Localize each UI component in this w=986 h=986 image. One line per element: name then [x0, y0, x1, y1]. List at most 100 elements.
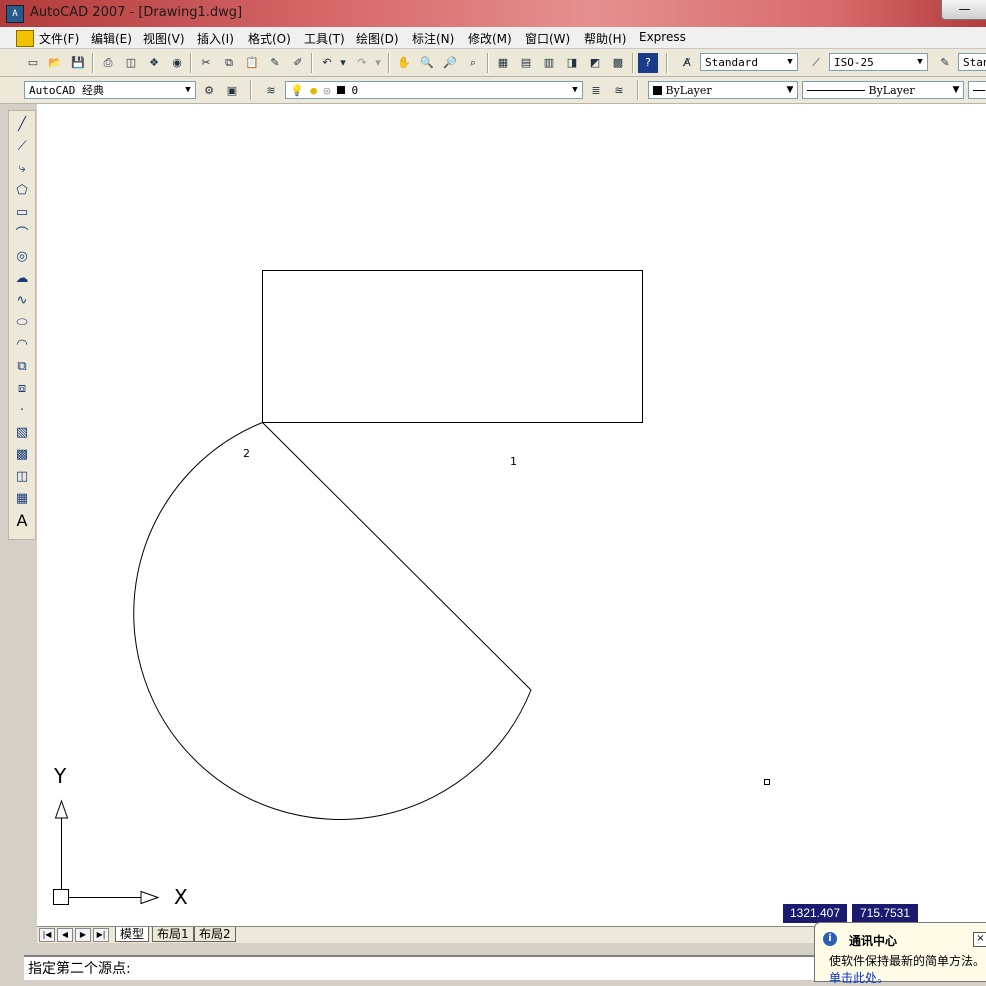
layer-previous-icon[interactable]: ≊: [609, 81, 629, 101]
publish-icon[interactable]: ❖: [144, 53, 164, 73]
close-icon[interactable]: ×: [973, 932, 986, 947]
menu-dimension[interactable]: 标注(N): [412, 30, 454, 47]
command-prompt: 指定第二个源点:: [28, 961, 131, 977]
undo-icon[interactable]: ↶: [317, 53, 337, 73]
toolbar-separator: [92, 53, 94, 73]
zoom-previous-icon[interactable]: ⌕: [463, 53, 483, 73]
rectangle-shape[interactable]: [262, 270, 643, 423]
workspace-value: AutoCAD 经典: [29, 84, 104, 97]
text-style-select[interactable]: Standard ▼: [700, 53, 798, 71]
minimize-button[interactable]: —: [941, 0, 986, 20]
polygon-icon[interactable]: ⬠: [12, 181, 32, 201]
ucs-origin-box: [53, 889, 69, 905]
help-icon[interactable]: ?: [638, 53, 658, 73]
tool-palettes-icon[interactable]: ▥: [539, 53, 559, 73]
table-style-icon[interactable]: ✎: [935, 53, 955, 73]
dim-style-icon[interactable]: ⟋: [806, 53, 826, 73]
tab-layout1[interactable]: 布局1: [152, 927, 194, 942]
publish-web-icon[interactable]: ◉: [167, 53, 187, 73]
toolbar-separator: [637, 80, 639, 100]
undo-dropdown-icon[interactable]: ▾: [337, 53, 349, 73]
menu-help[interactable]: 帮助(H): [584, 30, 626, 47]
construction-line-icon[interactable]: ⟋: [12, 137, 32, 157]
text-style-value: Standard: [705, 56, 758, 69]
arc-icon[interactable]: ⌒: [12, 225, 32, 245]
multiline-text-icon[interactable]: A: [12, 511, 32, 531]
make-block-icon[interactable]: ⧈: [12, 379, 32, 399]
hatch-icon[interactable]: ▧: [12, 423, 32, 443]
match-properties-icon[interactable]: ✎: [265, 53, 285, 73]
prev-tab-icon[interactable]: ◀: [57, 928, 73, 942]
spline-icon[interactable]: ∿: [12, 291, 32, 311]
calculator-icon[interactable]: ▩: [608, 53, 628, 73]
insert-block-icon[interactable]: ⧉: [12, 357, 32, 377]
drawing-canvas[interactable]: 2 1 Y X 1321.407 715.7531: [37, 104, 986, 926]
layer-select[interactable]: 💡 ● ◎ 0 ▼: [285, 81, 583, 99]
sheet-set-icon[interactable]: ◨: [562, 53, 582, 73]
print-icon[interactable]: ⎙: [98, 53, 118, 73]
my-workspace-icon[interactable]: ▣: [222, 81, 242, 101]
color-select[interactable]: ByLayer ▼: [648, 81, 798, 99]
linetype-select[interactable]: ByLayer ▼: [802, 81, 964, 99]
line-icon[interactable]: ╱: [12, 115, 32, 135]
ellipse-icon[interactable]: ⬭: [12, 313, 32, 333]
table-style-select[interactable]: Stan: [958, 53, 986, 71]
workspace-select[interactable]: AutoCAD 经典 ▼: [24, 81, 196, 99]
first-tab-icon[interactable]: |◀: [39, 928, 55, 942]
region-icon[interactable]: ◫: [12, 467, 32, 487]
menu-window[interactable]: 窗口(W): [525, 30, 570, 47]
circle-icon[interactable]: ◎: [12, 247, 32, 267]
document-icon[interactable]: [16, 30, 34, 47]
copy-icon[interactable]: ⧉: [219, 53, 239, 73]
ellipse-arc-icon[interactable]: ◠: [12, 335, 32, 355]
last-tab-icon[interactable]: ▶|: [93, 928, 109, 942]
menu-draw[interactable]: 绘图(D): [356, 30, 399, 47]
new-file-icon[interactable]: ▭: [23, 53, 43, 73]
cut-icon[interactable]: ✂: [196, 53, 216, 73]
toolbar-separator: [666, 53, 668, 73]
redo-dropdown-icon[interactable]: ▾: [372, 53, 384, 73]
menu-express[interactable]: Express: [639, 30, 686, 44]
design-center-icon[interactable]: ▤: [516, 53, 536, 73]
polyline-icon[interactable]: ⤷: [12, 159, 32, 179]
pan-icon[interactable]: ✋: [394, 53, 414, 73]
menu-view[interactable]: 视图(V): [143, 30, 185, 47]
redo-icon[interactable]: ↷: [352, 53, 372, 73]
menu-edit[interactable]: 编辑(E): [91, 30, 132, 47]
revision-cloud-icon[interactable]: ☁: [12, 269, 32, 289]
menu-tools[interactable]: 工具(T): [304, 30, 345, 47]
menu-format[interactable]: 格式(O): [248, 30, 291, 47]
dynamic-input-y[interactable]: 715.7531: [852, 904, 918, 923]
sector-shape[interactable]: [133, 422, 532, 820]
lineweight-select[interactable]: [968, 81, 986, 99]
save-icon[interactable]: 💾: [68, 53, 88, 73]
properties-icon[interactable]: ▦: [493, 53, 513, 73]
markup-icon[interactable]: ◩: [585, 53, 605, 73]
layer-manager-icon[interactable]: ≋: [261, 81, 281, 101]
zoom-window-icon[interactable]: 🔎: [440, 53, 460, 73]
zoom-realtime-icon[interactable]: 🔍: [417, 53, 437, 73]
block-editor-icon[interactable]: ✐: [288, 53, 308, 73]
rectangle-icon[interactable]: ▭: [12, 203, 32, 223]
workspace-settings-icon[interactable]: ⚙: [199, 81, 219, 101]
menu-insert[interactable]: 插入(I): [197, 30, 234, 47]
next-tab-icon[interactable]: ▶: [75, 928, 91, 942]
open-file-icon[interactable]: 📂: [45, 53, 65, 73]
tab-layout2[interactable]: 布局2: [194, 927, 236, 942]
dynamic-input-x[interactable]: 1321.407: [783, 904, 847, 923]
menu-modify[interactable]: 修改(M): [468, 30, 512, 47]
text-style-icon[interactable]: A̸: [677, 53, 697, 73]
make-object-layer-current-icon[interactable]: ≣: [586, 81, 606, 101]
communication-center-balloon[interactable]: i 通讯中心 × 使软件保持最新的简单方法。 单击此处。: [814, 922, 986, 985]
tab-model[interactable]: 模型: [115, 927, 150, 942]
point-icon[interactable]: ·: [12, 401, 32, 421]
autocad-app-icon[interactable]: A: [6, 5, 24, 23]
dim-style-select[interactable]: ISO-25 ▼: [829, 53, 928, 71]
toolbar-separator: [311, 53, 313, 73]
table-icon[interactable]: ▦: [12, 489, 32, 509]
print-preview-icon[interactable]: ◫: [121, 53, 141, 73]
paste-icon[interactable]: 📋: [242, 53, 262, 73]
menu-file[interactable]: 文件(F): [39, 30, 79, 47]
notification-link[interactable]: 单击此处。: [829, 969, 889, 986]
gradient-icon[interactable]: ▩: [12, 445, 32, 465]
